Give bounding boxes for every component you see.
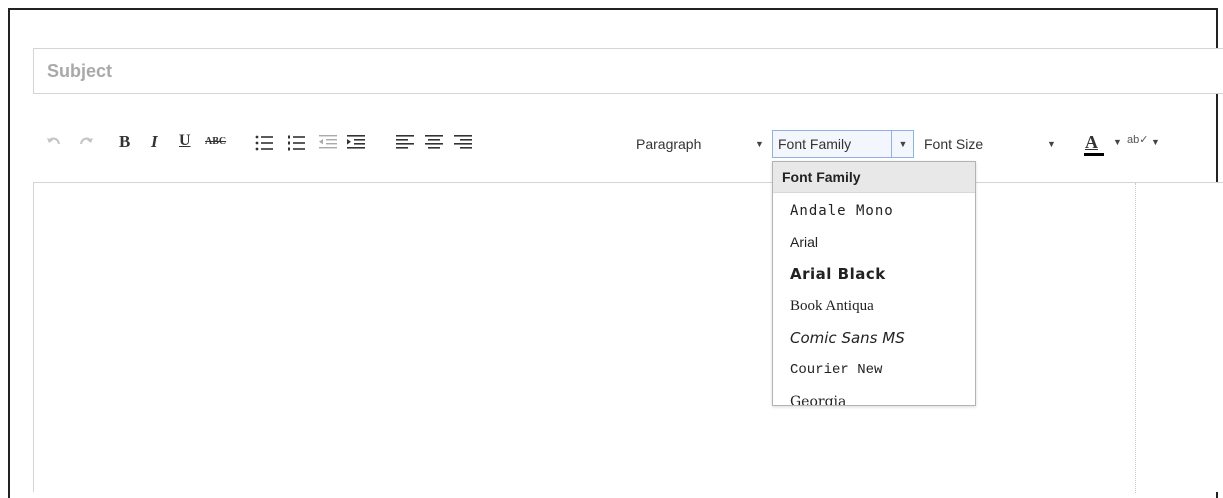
redo-icon[interactable] [77,134,97,154]
font-family-menu: Font Family Andale Mono Arial Arial Blac… [772,161,976,406]
menu-item-andale-mono[interactable]: Andale Mono [773,195,975,227]
menu-item-arial[interactable]: Arial [773,226,975,258]
text-color-swatch [1084,153,1104,156]
chevron-down-icon[interactable]: ▼ [1151,137,1160,147]
editor-body[interactable] [33,182,1223,493]
font-size-select-label: Font Size [924,136,984,152]
undo-icon[interactable] [45,134,65,154]
bold-button[interactable]: B [119,132,130,152]
indent-icon[interactable] [347,135,365,151]
strikethrough-button[interactable]: ABC [205,136,226,147]
spellcheck-icon[interactable]: ab✓ [1127,133,1148,146]
text-color-icon: A [1085,132,1098,152]
numbered-list-icon[interactable] [287,135,305,151]
menu-item-comic-sans-ms[interactable]: Comic Sans MS [773,322,975,354]
menu-item-arial-black[interactable]: Arial Black [773,258,975,290]
editor-guide-line [1135,183,1136,493]
font-family-menu-header: Font Family [773,162,975,193]
menu-item-georgia[interactable]: Georgia [773,386,975,405]
menu-item-courier-new[interactable]: Courier New [773,354,975,386]
italic-button[interactable]: I [151,132,158,152]
chevron-down-icon: ▼ [1047,139,1056,149]
font-family-select-label: Font Family [778,136,852,152]
align-center-icon[interactable] [425,135,443,151]
bullet-list-icon[interactable] [255,135,273,151]
format-select-label: Paragraph [636,136,702,152]
format-select[interactable]: Paragraph ▼ [631,130,765,158]
align-right-icon[interactable] [454,135,472,151]
chevron-down-icon[interactable]: ▼ [891,131,914,157]
text-color-button[interactable]: A [1083,130,1111,160]
chevron-down-icon[interactable]: ▼ [1113,137,1122,147]
editor-toolbar: B I U ABC Paragraph ▼ Font Family ▼ Font… [33,122,1221,166]
font-size-select[interactable]: Font Size ▼ [919,130,1056,158]
subject-input[interactable] [33,48,1223,94]
align-left-icon[interactable] [396,135,414,151]
outdent-icon[interactable] [319,135,337,151]
font-family-select[interactable]: Font Family ▼ [772,130,914,158]
chevron-down-icon: ▼ [755,139,764,149]
menu-item-book-antiqua[interactable]: Book Antiqua [773,290,975,322]
underline-button[interactable]: U [179,132,191,150]
